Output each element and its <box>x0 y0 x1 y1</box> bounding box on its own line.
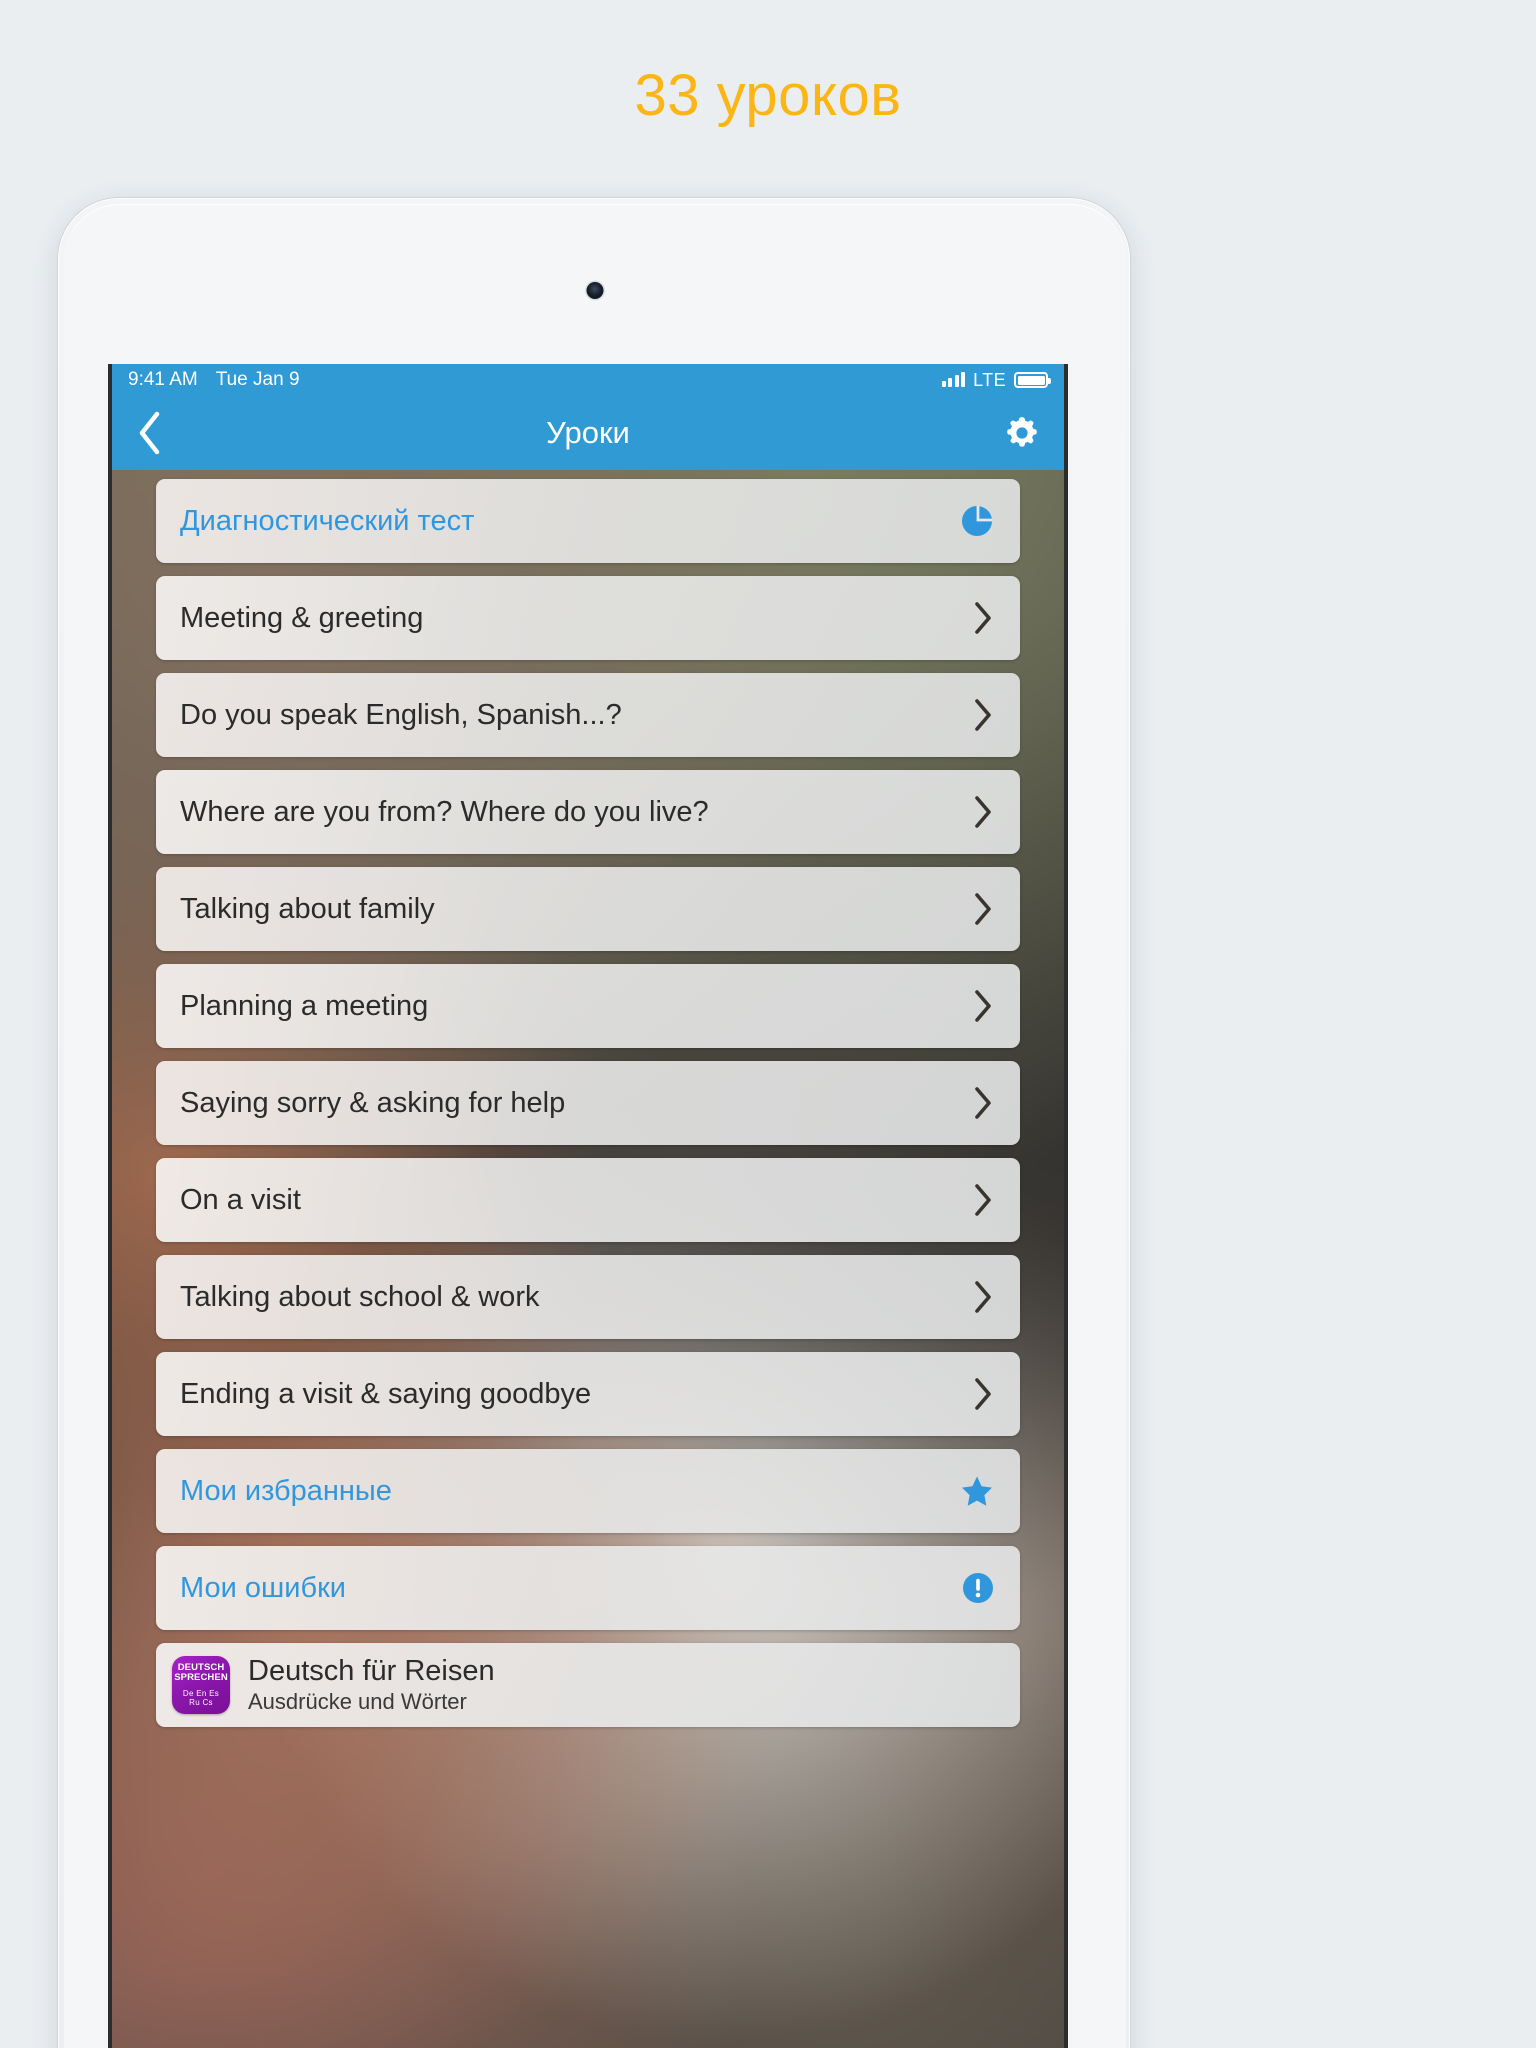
status-time: 9:41 AM <box>128 369 198 390</box>
page-title: 33 уроков <box>634 62 902 128</box>
promo-title: Deutsch für Reisen <box>248 1655 495 1687</box>
chevron-right-icon <box>975 699 991 731</box>
front-camera-icon <box>586 282 604 299</box>
chevron-right-icon <box>975 990 991 1022</box>
list-item-label: Meeting & greeting <box>180 601 424 634</box>
list-item-label: Диагностический тест <box>180 504 475 537</box>
list-item-label: Ending a visit & saying goodbye <box>180 1377 592 1410</box>
app-icon-line2: SPRECHEN <box>174 1672 228 1683</box>
list-item[interactable]: Ending a visit & saying goodbye <box>156 1352 1020 1436</box>
chevron-right-icon <box>975 1281 991 1313</box>
lessons-list: Диагностический тест Meeting & greeting … <box>112 470 1064 2048</box>
list-item-label: Talking about family <box>180 892 435 925</box>
exclamation-circle-icon <box>963 1573 993 1603</box>
list-item[interactable]: Talking about family <box>156 867 1020 951</box>
chevron-right-icon <box>975 1378 991 1410</box>
promo-app-row[interactable]: DEUTSCH SPRECHEN De En Es Ru Cs Deutsch … <box>156 1643 1020 1727</box>
list-item-label: Мои избранные <box>180 1474 392 1507</box>
chevron-left-icon <box>139 411 160 455</box>
star-icon <box>962 1476 992 1506</box>
chevron-right-icon <box>975 893 991 925</box>
marketing-headline-area: 33 уроков <box>0 0 1536 190</box>
battery-full-icon <box>1014 372 1051 388</box>
app-screen: 9:41 AM Tue Jan 9 LTE Уроки Диагностичес… <box>108 364 1068 2048</box>
network-type-label: LTE <box>973 369 1006 390</box>
list-item-label: On a visit <box>180 1183 301 1216</box>
list-item[interactable]: Saying sorry & asking for help <box>156 1061 1020 1145</box>
list-item[interactable]: Planning a meeting <box>156 964 1020 1048</box>
navigation-bar: Уроки <box>112 396 1064 470</box>
list-item-label: Talking about school & work <box>180 1280 540 1313</box>
chevron-right-icon <box>975 796 991 828</box>
list-item[interactable]: Мои ошибки <box>156 1546 1020 1630</box>
list-item[interactable]: Talking about school & work <box>156 1255 1020 1339</box>
list-item[interactable]: Do you speak English, Spanish...? <box>156 673 1020 757</box>
list-item[interactable]: Where are you from? Where do you live? <box>156 770 1020 854</box>
chevron-right-icon <box>975 1087 991 1119</box>
status-date: Tue Jan 9 <box>215 369 300 390</box>
settings-button[interactable] <box>980 396 1064 470</box>
app-icon-langs-line2: Ru Cs <box>189 1698 213 1707</box>
signal-bars-icon <box>941 372 966 387</box>
list-item-label: Do you speak English, Spanish...? <box>180 698 622 731</box>
status-bar: 9:41 AM Tue Jan 9 LTE <box>112 364 1064 396</box>
pie-chart-icon <box>962 506 992 536</box>
nav-title: Уроки <box>546 415 630 450</box>
list-item[interactable]: On a visit <box>156 1158 1020 1242</box>
back-button[interactable] <box>112 396 186 470</box>
gear-icon <box>1007 417 1037 447</box>
chevron-right-icon <box>975 602 991 634</box>
list-item-label: Saying sorry & asking for help <box>180 1086 566 1119</box>
chevron-right-icon <box>975 1184 991 1216</box>
list-item-label: Planning a meeting <box>180 989 429 1022</box>
app-icon: DEUTSCH SPRECHEN De En Es Ru Cs <box>172 1656 230 1714</box>
list-item-label: Where are you from? Where do you live? <box>180 795 709 828</box>
list-item-label: Мои ошибки <box>180 1571 346 1604</box>
list-item[interactable]: Meeting & greeting <box>156 576 1020 660</box>
app-icon-langs-line1: De En Es <box>182 1688 220 1698</box>
list-item[interactable]: Мои избранные <box>156 1449 1020 1533</box>
list-item[interactable]: Диагностический тест <box>156 479 1020 563</box>
promo-subtitle: Ausdrücke und Wörter <box>248 1689 467 1714</box>
